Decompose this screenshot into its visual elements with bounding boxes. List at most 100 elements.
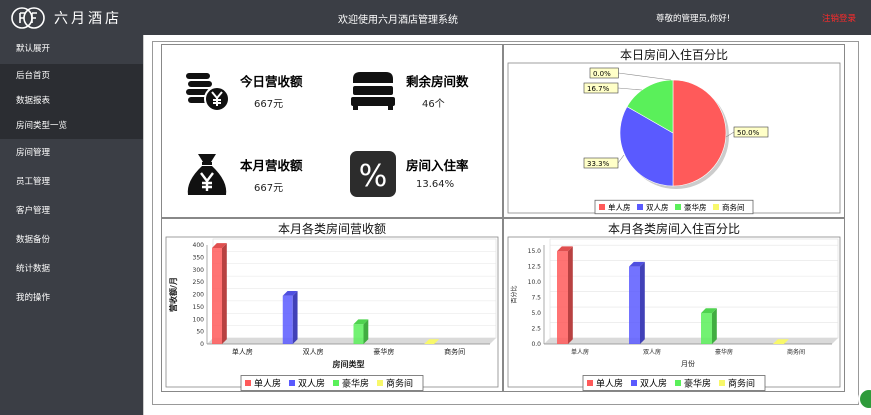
bar-floor xyxy=(544,338,838,344)
y-tick-label: 400 xyxy=(193,242,205,249)
pie-label: 50.0% xyxy=(737,129,760,137)
y-axis-label: 营收额/月 xyxy=(168,277,178,312)
percent-icon: % xyxy=(350,151,396,197)
legend-label: 商务间 xyxy=(386,378,413,390)
dashboard-frame: 今日营收额 667元 剩余房间数 46个 本月营收额 667元 % 房间入住率 … xyxy=(152,41,859,405)
legend-label: 单人房 xyxy=(254,378,281,390)
legend-swatch xyxy=(599,204,605,210)
sidebar-item-room-types[interactable]: 房间类型一览 xyxy=(0,114,143,139)
bar-side xyxy=(640,261,645,344)
sidebar-item-room-management[interactable]: 房间管理 xyxy=(0,139,143,168)
x-tick-label: 双人房 xyxy=(643,348,661,356)
money-bag-icon xyxy=(187,154,227,195)
pie-chart: 50.0% 33.3% 16.7% 0.0% 单人房 双人房 豪华房 商务间 xyxy=(507,62,841,215)
stat-value: 13.64% xyxy=(416,179,455,190)
x-tick-label: 单人房 xyxy=(232,347,253,356)
pie-label: 16.7% xyxy=(587,85,610,93)
bar-side xyxy=(292,290,298,344)
top-bar: 六月酒店 欢迎使用六月酒店管理系统 尊敬的管理员,你好! 注销登录 xyxy=(0,0,871,35)
bar-side xyxy=(222,243,227,344)
stat-today-revenue: 今日营收额 667元 xyxy=(184,67,334,117)
x-tick-label: 豪华房 xyxy=(715,348,733,356)
bar-side xyxy=(568,246,573,344)
bar-side xyxy=(712,308,717,344)
revenue-bar-chart: 050100150200250300350400单人房 双人房 豪华房 商务间房间类型… xyxy=(165,236,499,391)
y-tick-label: 200 xyxy=(193,292,205,299)
legend-label: 双人房 xyxy=(298,378,325,390)
x-tick-label: 单人房 xyxy=(571,348,589,356)
stat-label: 房间入住率 xyxy=(406,158,469,173)
legend-swatch xyxy=(713,204,719,210)
legend-swatch xyxy=(333,380,339,386)
pie-label: 33.3% xyxy=(587,160,610,168)
y-axis-label: 百分比 xyxy=(510,285,518,303)
legend-swatch xyxy=(631,380,637,386)
y-tick-label: 12.5 xyxy=(528,264,542,271)
sidebar-item-default-expand[interactable]: 默认展开 xyxy=(0,35,143,64)
bar xyxy=(557,251,568,344)
sidebar-item-home[interactable]: 后台首页 xyxy=(0,64,143,89)
stat-occupancy: % 房间入住率 13.64% xyxy=(350,151,500,201)
stat-value: 667元 xyxy=(254,183,284,194)
bar-floor xyxy=(207,338,496,344)
sidebar-item-customer-management[interactable]: 客户管理 xyxy=(0,197,143,226)
bar xyxy=(212,247,222,344)
bed-icon xyxy=(351,72,395,110)
legend-swatch xyxy=(675,204,681,210)
y-tick-label: 300 xyxy=(193,267,205,274)
y-tick-label: 150 xyxy=(193,304,205,311)
legend-swatch xyxy=(675,380,681,386)
y-tick-label: 15.0 xyxy=(528,248,542,255)
stat-label: 今日营收额 xyxy=(240,74,303,89)
logo-text: 六月酒店 xyxy=(54,11,122,27)
bar xyxy=(353,324,364,344)
logo-mark-icon xyxy=(11,7,45,29)
legend-label: 豪华房 xyxy=(684,378,711,390)
x-axis-label: 月份 xyxy=(681,359,695,368)
y-tick-label: 2.5 xyxy=(531,326,541,333)
legend-label: 豪华房 xyxy=(342,378,369,390)
occupancy-bar-chart: 0.02.55.07.510.012.515.0单人房 双人房 豪华房 商务间月份百分… xyxy=(507,236,841,391)
x-tick-label: 商务间 xyxy=(787,348,805,356)
legend-swatch xyxy=(377,380,383,386)
sidebar-item-my-operations[interactable]: 我的操作 xyxy=(0,284,143,313)
legend-label: 商务间 xyxy=(728,378,755,390)
occupancy-chart-panel: 本月各类房间入住百分比 0.0 2.5 5.0 7.5 10.0 12.5 15.0 单人房双… xyxy=(503,218,845,392)
logout-link[interactable]: 注销登录 xyxy=(822,12,856,24)
legend-swatch xyxy=(719,380,725,386)
stat-label: 本月营收额 xyxy=(240,158,303,173)
stat-value: 667元 xyxy=(254,99,284,110)
x-tick-label: 双人房 xyxy=(303,347,324,356)
stat-month-revenue: 本月营收额 667元 xyxy=(184,151,334,201)
sidebar-item-statistics[interactable]: 统计数据 xyxy=(0,255,143,284)
logo[interactable]: 六月酒店 xyxy=(10,6,122,30)
sidebar-item-staff-management[interactable]: 员工管理 xyxy=(0,168,143,197)
bar xyxy=(701,313,712,344)
revenue-chart-panel: 本月各类房间营收额 0 50 100 150 200 250 300 350 400 单人房 双人房… xyxy=(161,218,503,392)
admin-greeting: 尊敬的管理员,你好! xyxy=(656,14,731,24)
stat-rooms-left: 剩余房间数 46个 xyxy=(350,67,500,117)
y-tick-label: 100 xyxy=(193,316,205,323)
y-tick-label: 5.0 xyxy=(531,310,541,317)
legend-label: 双人房 xyxy=(646,202,669,212)
x-tick-label: 豪华房 xyxy=(373,347,394,356)
sidebar-item-reports[interactable]: 数据报表 xyxy=(0,89,143,114)
y-tick-label: 0 xyxy=(200,341,204,348)
bar xyxy=(629,266,640,344)
legend-swatch xyxy=(289,380,295,386)
legend-swatch xyxy=(637,204,643,210)
y-tick-label: 7.5 xyxy=(531,295,541,302)
legend-swatch xyxy=(245,380,251,386)
y-tick-label: 250 xyxy=(193,279,205,286)
stat-value: 46个 xyxy=(422,99,445,110)
pie-label: 0.0% xyxy=(593,70,611,78)
svg-text:%: % xyxy=(359,159,388,194)
sidebar-item-data-backup[interactable]: 数据备份 xyxy=(0,226,143,255)
pie-chart-panel: 本日房间入住百分比 50.0% 33.3% 16.7% 0.0% 单人房 双人房 豪华房 商务… xyxy=(503,44,845,218)
bar-back-wall xyxy=(549,238,839,339)
legend-label: 单人房 xyxy=(596,378,623,390)
sidebar: 默认展开 后台首页 数据报表 房间类型一览 房间管理 员工管理 客户管理 数据备… xyxy=(0,35,143,415)
y-tick-label: 0.0 xyxy=(531,341,541,348)
x-axis-label: 房间类型 xyxy=(333,359,365,369)
stat-label: 剩余房间数 xyxy=(406,74,469,89)
